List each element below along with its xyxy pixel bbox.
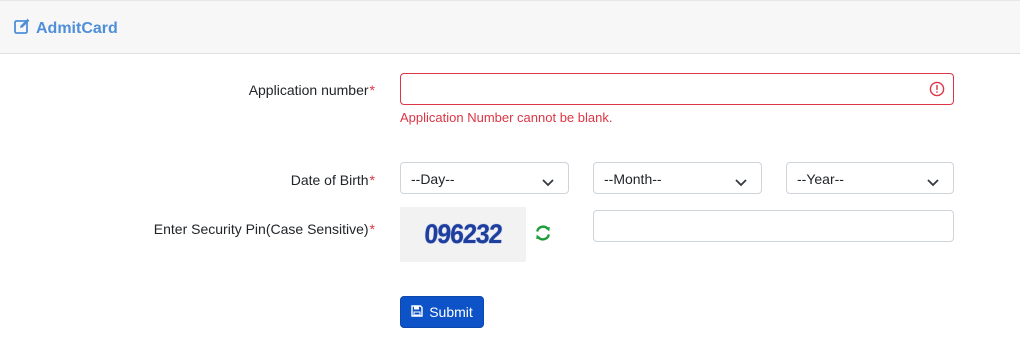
application-number-input[interactable] bbox=[400, 73, 954, 105]
security-pin-input[interactable] bbox=[593, 210, 954, 242]
error-icon bbox=[929, 81, 945, 102]
submit-button[interactable]: Submit bbox=[400, 296, 484, 328]
chevron-down-icon bbox=[735, 174, 747, 190]
captcha-image: 096232 bbox=[400, 207, 526, 262]
header-title: AdmitCard bbox=[14, 18, 118, 39]
dob-year-select[interactable]: --Year-- bbox=[786, 162, 954, 194]
required-mark: * bbox=[369, 172, 375, 188]
required-mark: * bbox=[369, 82, 375, 98]
save-icon bbox=[411, 304, 429, 320]
dob-label: Date of Birth* bbox=[290, 172, 375, 188]
header-title-text: AdmitCard bbox=[36, 19, 118, 37]
dob-month-value: --Month-- bbox=[604, 171, 662, 187]
application-number-label: Application number* bbox=[248, 82, 375, 98]
chevron-down-icon bbox=[542, 174, 554, 190]
captcha-text: 096232 bbox=[423, 219, 503, 249]
submit-label: Submit bbox=[429, 304, 473, 320]
dob-day-value: --Day-- bbox=[411, 171, 455, 187]
chevron-down-icon bbox=[927, 174, 939, 190]
edit-icon bbox=[14, 18, 36, 39]
dob-year-value: --Year-- bbox=[797, 171, 844, 187]
refresh-captcha-icon[interactable] bbox=[534, 224, 552, 247]
dob-day-select[interactable]: --Day-- bbox=[400, 162, 569, 194]
dob-month-select[interactable]: --Month-- bbox=[593, 162, 762, 194]
security-pin-label: Enter Security Pin(Case Sensitive)* bbox=[153, 221, 375, 237]
required-mark: * bbox=[369, 221, 375, 237]
application-number-error: Application Number cannot be blank. bbox=[400, 110, 613, 125]
page-header: AdmitCard bbox=[0, 0, 1020, 54]
